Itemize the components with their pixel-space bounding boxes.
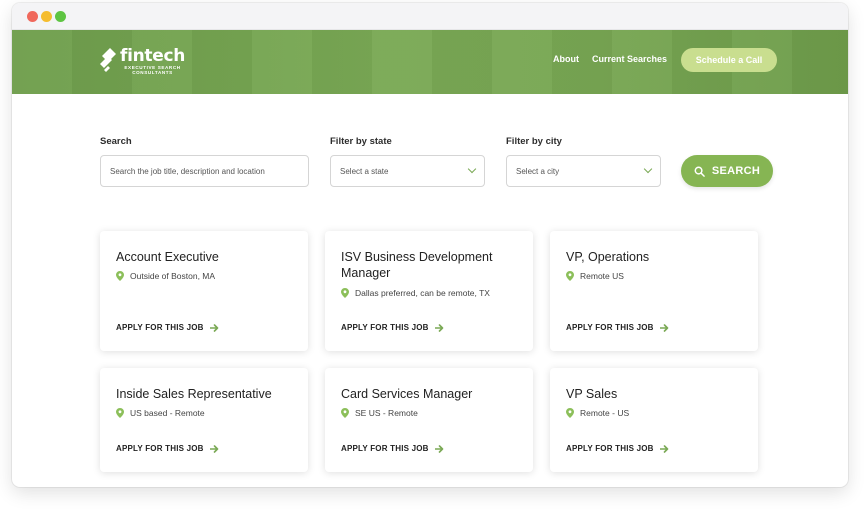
job-title[interactable]: VP Sales: [566, 386, 746, 402]
job-card[interactable]: VP Sales Remote - US APPLY FOR THIS JOB: [550, 368, 758, 472]
apply-link-label: APPLY FOR THIS JOB: [341, 323, 429, 332]
search-icon: [694, 166, 705, 177]
schedule-call-button[interactable]: Schedule a Call: [681, 48, 777, 72]
apply-link[interactable]: APPLY FOR THIS JOB: [341, 323, 444, 332]
apply-link-label: APPLY FOR THIS JOB: [566, 444, 654, 453]
job-location-text: US based - Remote: [130, 408, 205, 418]
job-card[interactable]: Card Services Manager SE US - Remote APP…: [325, 368, 533, 472]
map-pin-icon: [341, 408, 349, 418]
apply-link[interactable]: APPLY FOR THIS JOB: [566, 323, 669, 332]
city-select-value: Select a city: [516, 166, 560, 176]
state-select-value: Select a state: [340, 166, 389, 176]
state-select[interactable]: Select a state: [330, 155, 485, 187]
city-filter-label: Filter by city: [506, 136, 562, 147]
job-location: Outside of Boston, MA: [116, 271, 215, 281]
apply-link-label: APPLY FOR THIS JOB: [341, 444, 429, 453]
state-filter-label: Filter by state: [330, 136, 392, 147]
job-location: Remote US: [566, 271, 624, 281]
arrow-right-icon: [434, 444, 443, 453]
logo-wordmark: fintech: [120, 45, 186, 66]
site-logo[interactable]: fintech EXECUTIVE SEARCH CONSULTANTS: [98, 46, 185, 76]
search-button[interactable]: SEARCH: [681, 155, 773, 187]
job-title[interactable]: Account Executive: [116, 249, 296, 265]
search-input[interactable]: Search the job title, description and lo…: [100, 155, 309, 187]
arrow-right-icon: [209, 444, 218, 453]
map-pin-icon: [341, 288, 349, 298]
job-title[interactable]: Inside Sales Representative: [116, 386, 296, 402]
apply-link[interactable]: APPLY FOR THIS JOB: [116, 323, 219, 332]
apply-link[interactable]: APPLY FOR THIS JOB: [566, 444, 669, 453]
site-header: fintech EXECUTIVE SEARCH CONSULTANTS Abo…: [12, 30, 848, 94]
job-location-text: Outside of Boston, MA: [130, 271, 216, 281]
job-location: US based - Remote: [116, 408, 205, 418]
nav-about[interactable]: About: [553, 54, 579, 64]
job-location-text: Remote US: [580, 271, 624, 281]
job-card[interactable]: ISV Business Development Manager Dallas …: [325, 231, 533, 351]
job-card[interactable]: VP, Operations Remote US APPLY FOR THIS …: [550, 231, 758, 351]
chevron-down-icon: [643, 164, 653, 174]
search-label: Search: [100, 136, 132, 147]
job-location: SE US - Remote: [341, 408, 418, 418]
arrow-right-icon: [209, 323, 218, 332]
job-location-text: Remote - US: [580, 408, 630, 418]
job-card[interactable]: Account Executive Outside of Boston, MA …: [100, 231, 308, 351]
apply-link-label: APPLY FOR THIS JOB: [116, 444, 204, 453]
nav-current-searches[interactable]: Current Searches: [592, 54, 667, 64]
window-titlebar: [12, 3, 848, 30]
city-select[interactable]: Select a city: [506, 155, 661, 187]
job-title[interactable]: VP, Operations: [566, 249, 746, 265]
minimize-window-button[interactable]: [41, 11, 52, 22]
logo-tagline-1: EXECUTIVE SEARCH: [124, 64, 181, 70]
job-location: Remote - US: [566, 408, 629, 418]
job-title[interactable]: Card Services Manager: [341, 386, 521, 402]
job-location-text: SE US - Remote: [355, 408, 418, 418]
job-location-text: Dallas preferred, can be remote, TX: [355, 288, 490, 298]
map-pin-icon: [116, 408, 124, 418]
logo-mark-icon: [98, 46, 118, 76]
job-card[interactable]: Inside Sales Representative US based - R…: [100, 368, 308, 472]
close-window-button[interactable]: [27, 11, 38, 22]
map-pin-icon: [566, 408, 574, 418]
map-pin-icon: [566, 271, 574, 281]
apply-link[interactable]: APPLY FOR THIS JOB: [116, 444, 219, 453]
chevron-down-icon: [467, 164, 477, 174]
maximize-window-button[interactable]: [55, 11, 66, 22]
apply-link-label: APPLY FOR THIS JOB: [566, 323, 654, 332]
browser-window: fintech EXECUTIVE SEARCH CONSULTANTS Abo…: [12, 3, 848, 487]
apply-link-label: APPLY FOR THIS JOB: [116, 323, 204, 332]
map-pin-icon: [116, 271, 124, 281]
arrow-right-icon: [659, 444, 668, 453]
logo-tagline-2: CONSULTANTS: [132, 69, 173, 75]
job-title[interactable]: ISV Business Development Manager: [341, 249, 521, 281]
job-location: Dallas preferred, can be remote, TX: [341, 288, 490, 298]
search-button-label: SEARCH: [711, 165, 761, 177]
apply-link[interactable]: APPLY FOR THIS JOB: [341, 444, 444, 453]
search-input-placeholder: Search the job title, description and lo…: [110, 166, 265, 176]
arrow-right-icon: [659, 323, 668, 332]
arrow-right-icon: [434, 323, 443, 332]
